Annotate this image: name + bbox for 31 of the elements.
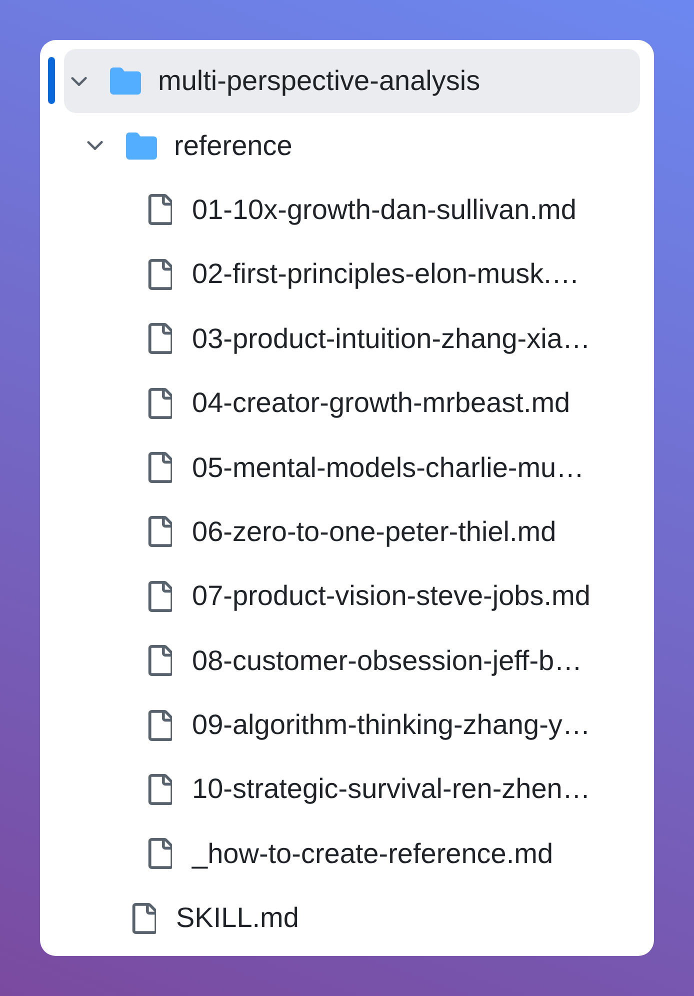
chevron-down-icon[interactable]	[71, 76, 87, 86]
file-icon	[148, 710, 172, 741]
file-icon	[148, 645, 172, 676]
file-tree-item[interactable]: 02-first-principles-elon-musk.…	[96, 242, 586, 307]
file-icon	[148, 323, 172, 354]
file-tree-item[interactable]: 05-mental-models-charlie-mu…	[96, 435, 592, 500]
file-tree-item[interactable]: _how-to-create-reference.md	[96, 822, 560, 886]
folder-tree-item[interactable]: multi-perspective-analysis	[64, 49, 640, 114]
file-tree-item[interactable]: SKILL.md	[80, 886, 306, 950]
folder-tree-item[interactable]: reference	[80, 113, 300, 178]
selection-indicator	[48, 57, 55, 104]
file-icon	[148, 258, 172, 290]
file-tree-item[interactable]: 01-10x-growth-dan-sullivan.md	[96, 178, 584, 242]
file-tree-item[interactable]: 06-zero-to-one-peter-thiel.md	[96, 500, 564, 564]
file-icon	[148, 452, 172, 484]
folder-icon	[126, 132, 157, 160]
file-icon	[148, 580, 172, 612]
file-icon	[132, 902, 156, 934]
file-tree-item[interactable]: 08-customer-obsession-jeff-b…	[96, 628, 590, 693]
file-tree-item[interactable]: 03-product-intuition-zhang-xia…	[96, 306, 598, 371]
file-icon	[148, 774, 172, 805]
file-tree-item[interactable]: 10-strategic-survival-ren-zhen…	[96, 757, 598, 822]
file-icon	[148, 516, 172, 548]
chevron-down-icon[interactable]	[87, 141, 103, 150]
file-tree-item[interactable]: 07-product-vision-steve-jobs.md	[96, 564, 598, 629]
folder-icon	[110, 67, 141, 96]
file-tree-item[interactable]: 04-creator-growth-mrbeast.md	[96, 370, 578, 436]
file-icon	[148, 194, 172, 226]
file-tree-item[interactable]: 09-algorithm-thinking-zhang-y…	[96, 692, 598, 758]
file-icon	[148, 838, 172, 870]
file-icon	[148, 388, 172, 419]
